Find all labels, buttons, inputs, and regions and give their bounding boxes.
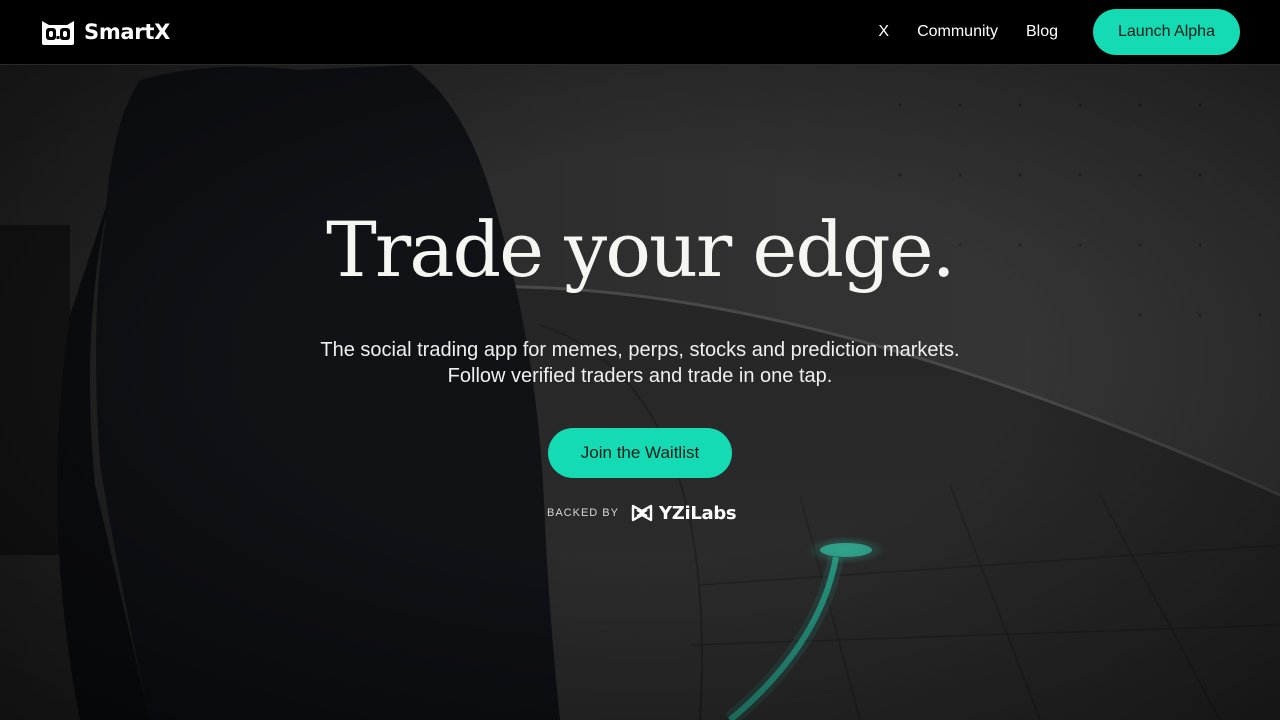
owl-face-icon — [42, 21, 74, 45]
brand-name: SmartX — [84, 20, 170, 44]
backed-by-label: BACKED BY — [547, 507, 619, 519]
hero-subtitle-line-2: Follow verified traders and trade in one… — [447, 365, 833, 387]
hero-subtitle-line-1: The social trading app for memes, perps,… — [320, 339, 960, 361]
top-nav: SmartX X Community Blog Launch Alpha — [0, 0, 1280, 65]
hero-content: Trade your edge. The social trading app … — [0, 65, 1280, 720]
brand-link[interactable]: SmartX — [40, 18, 170, 46]
join-waitlist-button[interactable]: Join the Waitlist — [548, 428, 732, 478]
backer-name: YZiLabs — [658, 502, 737, 524]
nav-link-community[interactable]: Community — [917, 23, 998, 41]
nav-links: X Community Blog Launch Alpha — [878, 9, 1240, 55]
hero-headline: Trade your edge. — [326, 205, 956, 294]
launch-alpha-button[interactable]: Launch Alpha — [1093, 9, 1240, 55]
backed-by: BACKED BY YZiLabs — [547, 499, 737, 527]
nav-link-blog[interactable]: Blog — [1026, 23, 1058, 41]
nav-link-x[interactable]: X — [878, 23, 889, 41]
yzi-labs-logo-icon — [631, 504, 653, 522]
